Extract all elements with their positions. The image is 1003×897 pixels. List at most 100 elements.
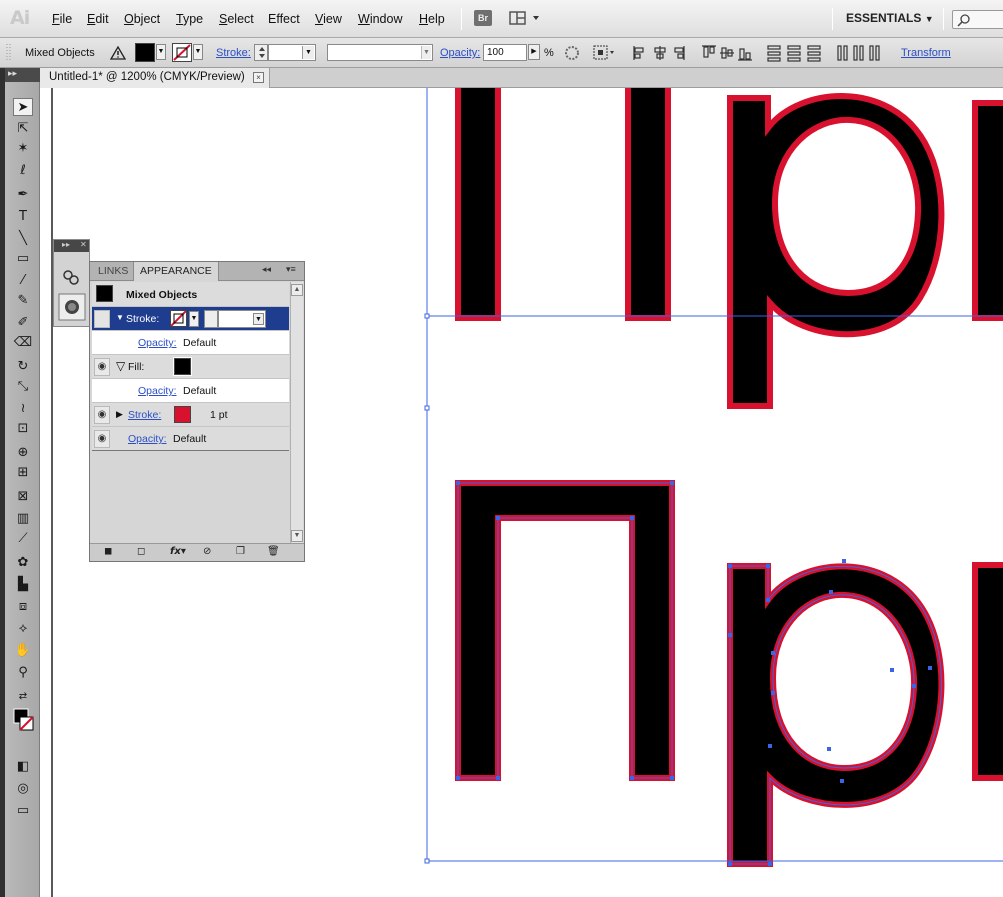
stroke-color-dropdown[interactable]: ▼ (189, 311, 199, 327)
stroke-link[interactable]: Stroke: (128, 409, 161, 421)
opacity-link[interactable]: Opacity: (440, 47, 480, 59)
duplicate-item-icon[interactable]: ❐ (236, 546, 245, 557)
fill-swatch[interactable] (135, 43, 155, 62)
eraser-icon[interactable]: ⌫ (13, 334, 33, 352)
lasso-icon[interactable]: ℓ (13, 162, 33, 180)
line-segment-icon[interactable]: ╲ (13, 230, 33, 248)
menu-window[interactable]: Window (358, 12, 402, 26)
fill-color-swatch[interactable] (173, 357, 192, 376)
warp-tool-icon[interactable]: ≀ (13, 400, 33, 418)
document-tab[interactable]: Untitled-1* @ 1200% (CMYK/Preview) × (40, 68, 270, 88)
fill-dropdown[interactable]: ▼ (156, 44, 166, 60)
stroke-weight-field[interactable]: ▼ (218, 310, 266, 328)
menu-help[interactable]: Help (419, 12, 445, 26)
tab-links[interactable]: LINKS (92, 262, 134, 281)
stroke-dropdown[interactable]: ▼ (193, 44, 203, 60)
appearance-stroke-row[interactable]: ▼ Stroke: ▼ ▼ (92, 307, 289, 331)
free-transform-icon[interactable]: ⊡ (13, 420, 33, 438)
stroke-weight-field[interactable]: ▼ (268, 44, 316, 61)
scroll-down-icon[interactable]: ▼ (291, 530, 303, 542)
artboard-tool-icon[interactable]: ⧈ (13, 598, 33, 616)
stroke-swatch[interactable] (172, 43, 192, 62)
rectangle-tool-icon[interactable]: ▭ (13, 250, 33, 268)
links-panel-icon[interactable] (63, 270, 79, 285)
opacity-field[interactable]: 100 (483, 44, 527, 61)
delete-item-icon[interactable]: 🗑 (267, 546, 280, 557)
recolor-artwork-icon[interactable] (564, 45, 580, 61)
appearance-opacity-row[interactable]: Opacity: Default (92, 331, 289, 355)
add-new-fill-icon[interactable]: ◻ (137, 546, 145, 557)
menu-effect[interactable]: Effect (268, 12, 300, 26)
pen-tool-icon[interactable]: ✒ (13, 186, 33, 204)
direct-selection-tool-icon[interactable]: ⇱ (13, 120, 33, 138)
selection-tool-icon[interactable]: ➤ (13, 98, 33, 116)
stroke-weight-stepper[interactable] (204, 310, 218, 328)
magic-wand-icon[interactable]: ✶ (13, 140, 33, 158)
bridge-button[interactable]: Br (474, 10, 492, 26)
help-search-input[interactable] (952, 10, 1003, 29)
drawing-mode-icon[interactable]: ◎ (13, 780, 33, 798)
add-new-stroke-icon[interactable]: ◼ (104, 546, 112, 557)
scale-tool-icon[interactable]: ⤡ (13, 378, 33, 396)
appearance-opacity-row[interactable]: Opacity: Default (92, 379, 289, 403)
collapse-panel-icon[interactable]: ◂◂ (262, 264, 271, 275)
menu-edit[interactable]: Edit (87, 12, 109, 26)
clear-appearance-icon[interactable]: ⊘ (203, 546, 211, 557)
stroke-weight-stepper[interactable] (254, 44, 268, 61)
menu-select[interactable]: Select (219, 12, 254, 26)
pencil-icon[interactable]: ✎ (13, 292, 33, 310)
appearance-panel-icon[interactable] (58, 293, 86, 321)
variable-width-profile[interactable]: ▼ (327, 44, 433, 61)
disclosure-triangle-icon[interactable]: ▶ (116, 409, 123, 420)
blob-brush-icon[interactable]: ✐ (13, 314, 33, 332)
stroke-color-swatch[interactable] (170, 310, 187, 327)
align-to-selection-icon[interactable] (593, 45, 615, 61)
panel-scrollbar[interactable]: ▲ ▼ (290, 282, 303, 544)
scroll-up-icon[interactable]: ▲ (291, 284, 303, 296)
panel-menu-icon[interactable]: ▾≡ (286, 264, 296, 275)
arrange-documents-button[interactable] (509, 10, 541, 26)
workspace-switcher[interactable]: ESSENTIALS ▼ (846, 11, 934, 25)
hand-tool-icon[interactable]: ✋ (13, 642, 33, 660)
stroke-link[interactable]: Stroke: (216, 47, 251, 59)
shape-builder-icon[interactable]: ⊕ (13, 444, 33, 462)
stroke-color-swatch[interactable] (174, 406, 191, 423)
appearance-stroke-1pt-row[interactable]: ◉ ▶ Stroke: 1 pt (92, 403, 289, 427)
eyedropper-icon[interactable]: ⟋ (13, 530, 33, 548)
menu-file[interactable]: File (52, 12, 72, 26)
screen-mode-icon[interactable]: ▭ (13, 802, 33, 820)
opacity-dropdown[interactable]: ▶ (528, 44, 540, 60)
opacity-link[interactable]: Opacity: (138, 337, 177, 349)
align-distribute-icons[interactable] (632, 44, 892, 62)
paintbrush-icon[interactable]: ⁄ (13, 272, 33, 290)
color-mode-icon[interactable]: ◧ (13, 758, 33, 776)
appearance-opacity-row[interactable]: ◉ Opacity: Default (92, 427, 289, 451)
menu-object[interactable]: Object (124, 12, 160, 26)
tools-panel-grip[interactable]: ▸▸ (5, 68, 40, 82)
slice-tool-icon[interactable]: ⟡ (13, 620, 33, 638)
add-new-effect-icon[interactable]: fx▾ (170, 546, 186, 557)
mesh-tool-icon[interactable]: ⊠ (13, 488, 33, 506)
menu-type[interactable]: Type (176, 12, 203, 26)
swap-fill-stroke-icon[interactable]: ⇄ (13, 688, 33, 706)
opacity-link[interactable]: Opacity: (128, 433, 167, 445)
close-document-icon[interactable]: × (253, 72, 264, 83)
disclosure-triangle-icon[interactable]: ▼ (116, 313, 124, 322)
column-graph-icon[interactable]: ▙ (13, 576, 33, 594)
fill-stroke-proxy-icon[interactable] (13, 708, 34, 734)
menu-view[interactable]: View (315, 12, 342, 26)
mini-panel-header[interactable]: ▸▸ ✕ (54, 240, 89, 252)
gradient-tool-icon[interactable]: ▥ (13, 510, 33, 528)
rotate-tool-icon[interactable]: ↻ (13, 358, 33, 376)
zoom-tool-icon[interactable]: ⚲ (13, 664, 33, 682)
perspective-grid-icon[interactable]: ⊞ (13, 464, 33, 482)
type-tool-icon[interactable]: T (13, 208, 33, 226)
disclosure-triangle-icon[interactable]: ▽ (116, 359, 125, 373)
opacity-link[interactable]: Opacity: (138, 385, 177, 397)
transform-link[interactable]: Transform (901, 47, 951, 59)
symbol-sprayer-icon[interactable]: ✿ (13, 554, 33, 572)
visibility-toggle[interactable] (94, 310, 110, 328)
tab-appearance[interactable]: APPEARANCE (133, 262, 219, 281)
eye-icon[interactable]: ◉ (94, 430, 110, 448)
appearance-fill-row[interactable]: ◉ ▽ Fill: (92, 355, 289, 379)
